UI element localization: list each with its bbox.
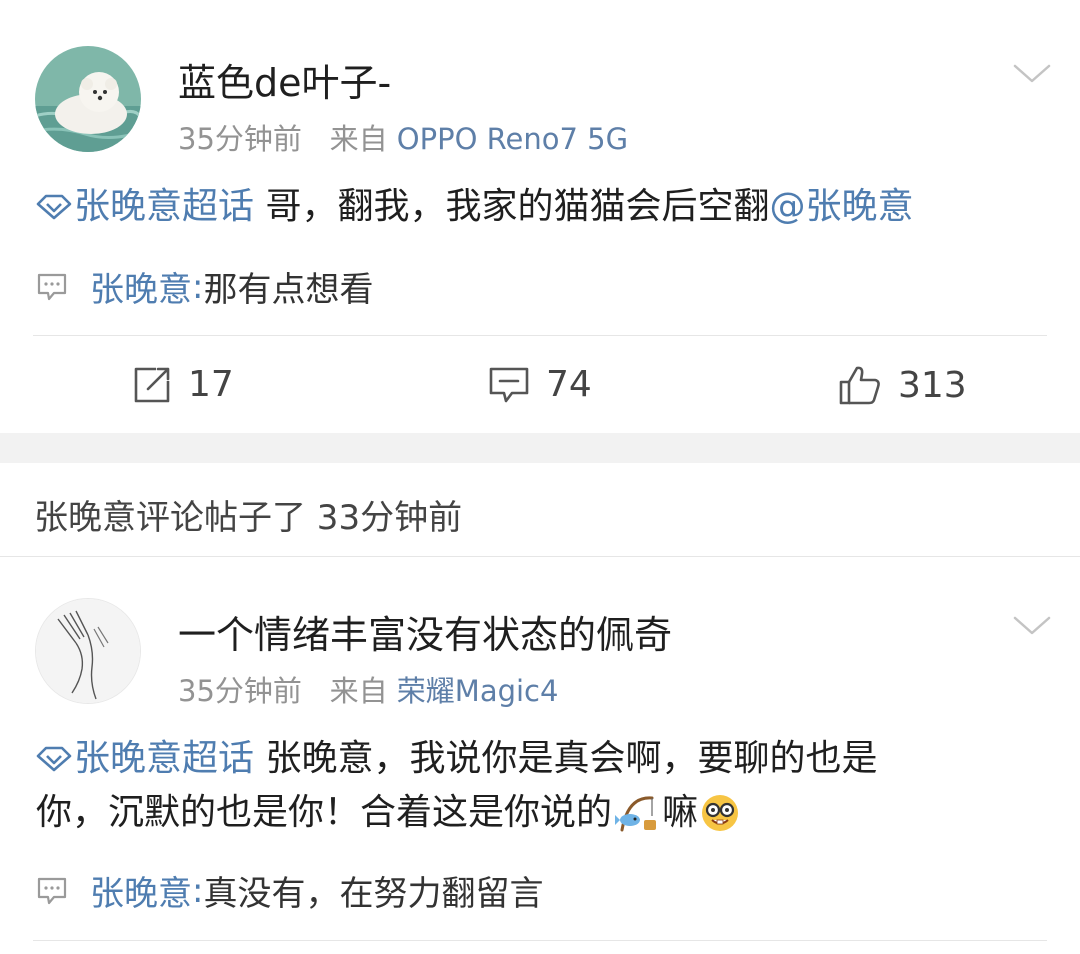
device-source[interactable]: 荣耀Magic4 — [397, 674, 559, 708]
from-label: 来自 — [329, 122, 388, 156]
topic-link[interactable]: 张晚意超话 — [36, 738, 254, 779]
post-text-tail: 嘛 — [662, 792, 699, 833]
divider — [33, 335, 1047, 336]
like-button[interactable]: 313 — [838, 364, 967, 406]
activity-notice: 张晚意评论帖子了 33分钟前 — [34, 498, 463, 538]
post-text-line2: 你，沉默的也是你！合着这是你说的 — [36, 792, 613, 833]
reply-author[interactable]: 张晚意 — [90, 866, 192, 915]
post-content: 张晚意超话 张晚意，我说你是真会啊，要聊的也是 你，沉默的也是你！合着这是你说的… — [36, 732, 1046, 840]
from-label: 来自 — [329, 674, 388, 708]
mention-link[interactable]: @张晚意 — [769, 186, 913, 227]
divider — [33, 940, 1047, 941]
chevron-down-icon[interactable] — [1012, 62, 1052, 86]
avatar[interactable] — [35, 598, 141, 704]
comment-count: 74 — [546, 364, 592, 405]
reply-text: 真没有，在努力翻留言 — [203, 874, 544, 914]
like-count: 313 — [898, 364, 967, 406]
post-time: 35分钟前 — [178, 122, 302, 156]
reply-author[interactable]: 张晚意 — [90, 262, 192, 311]
reply-separator: : — [192, 266, 204, 307]
thumbs-up-icon — [839, 366, 880, 405]
username[interactable]: 一个情绪丰富没有状态的佩奇 — [178, 604, 672, 659]
comment-icon — [37, 877, 67, 904]
comment-icon — [37, 273, 67, 300]
reply-text: 那有点想看 — [203, 270, 374, 310]
reply-preview[interactable]: 张晚意: 那有点想看 — [36, 262, 373, 311]
hands-sketch-image — [36, 599, 140, 703]
reply-separator: : — [192, 870, 204, 911]
repost-button[interactable]: 17 — [132, 364, 234, 405]
post-text-line1: 张晚意，我说你是真会啊，要聊的也是 — [254, 738, 878, 779]
fishing-rod-icon — [615, 796, 657, 832]
post-meta: 35分钟前 来自 OPPO Reno7 5G — [178, 116, 628, 158]
diamond-icon — [36, 194, 72, 220]
section-gap — [0, 433, 1080, 463]
topic-label: 张晚意超话 — [74, 738, 255, 779]
comment-button[interactable]: 74 — [488, 364, 592, 405]
comment-icon — [489, 367, 529, 402]
topic-link[interactable]: 张晚意超话 — [36, 186, 254, 227]
reply-preview[interactable]: 张晚意: 真没有，在努力翻留言 — [36, 866, 543, 915]
diamond-icon — [36, 746, 72, 772]
post-time: 35分钟前 — [178, 674, 302, 708]
topic-label: 张晚意超话 — [74, 186, 255, 227]
avatar[interactable] — [35, 46, 141, 152]
nerd-face-icon — [702, 795, 739, 831]
dog-photo — [35, 46, 141, 152]
repost-count: 17 — [188, 364, 234, 405]
chevron-down-icon[interactable] — [1012, 614, 1052, 638]
device-source[interactable]: OPPO Reno7 5G — [397, 122, 628, 156]
post-meta: 35分钟前 来自 荣耀Magic4 — [178, 668, 558, 710]
username[interactable]: 蓝色de叶子- — [178, 52, 391, 107]
post-content: 张晚意超话 哥，翻我，我家的猫猫会后空翻@张晚意 — [36, 180, 913, 234]
divider — [0, 556, 1080, 557]
post-text: 哥，翻我，我家的猫猫会后空翻 — [254, 186, 770, 227]
repost-icon — [134, 367, 170, 402]
